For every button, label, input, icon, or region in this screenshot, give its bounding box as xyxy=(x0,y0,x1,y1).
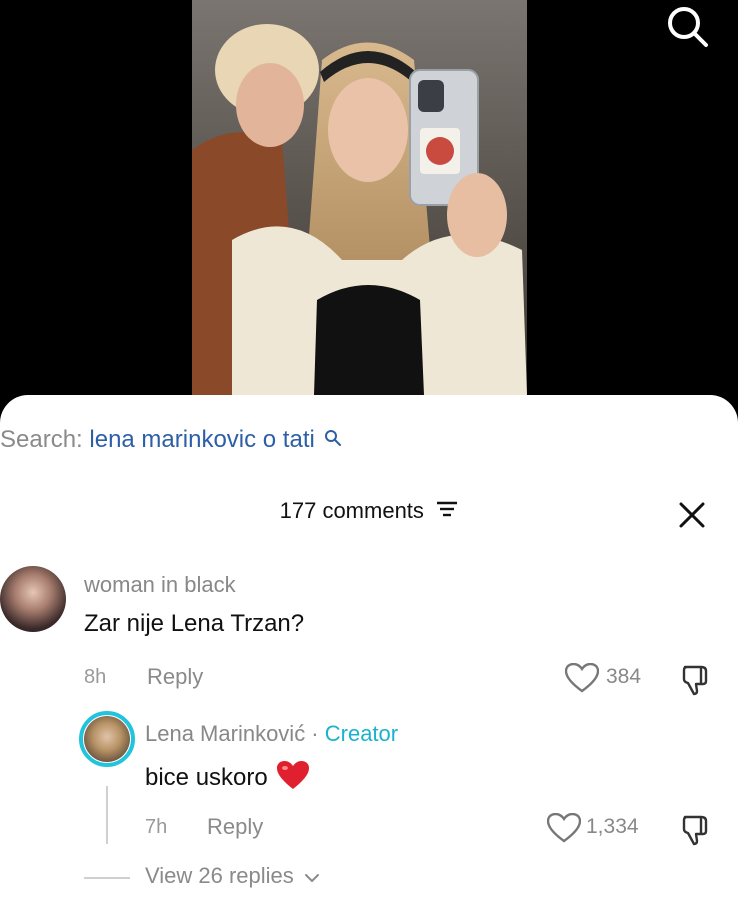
reply-button[interactable]: Reply xyxy=(147,664,203,690)
comment-time: 8h xyxy=(84,666,107,688)
heart-outline-icon[interactable] xyxy=(564,662,600,698)
comments-count: 177 comments xyxy=(279,498,424,523)
reply-time: 7h xyxy=(145,816,168,838)
view-replies-button[interactable]: View 26 replies xyxy=(145,863,320,890)
comment-text: Zar nije Lena Trzan? xyxy=(84,610,305,637)
avatar[interactable] xyxy=(84,716,130,762)
heart-outline-icon[interactable] xyxy=(546,812,582,848)
separator: · xyxy=(305,721,325,746)
like-count: 1,334 xyxy=(586,815,639,838)
reply-text-line: bice uskoro xyxy=(145,760,310,797)
search-icon[interactable] xyxy=(664,4,712,50)
reply-username-line: Lena Marinković · Creator xyxy=(145,721,398,747)
creator-badge: Creator xyxy=(324,721,399,746)
search-suggestion[interactable]: Search: lena marinkovic o tati xyxy=(0,426,342,460)
reply-button[interactable]: Reply xyxy=(207,814,263,840)
reply-username[interactable]: Lena Marinković xyxy=(145,721,305,746)
search-query-link[interactable]: lena marinkovic o tati xyxy=(89,426,314,453)
dislike-icon[interactable] xyxy=(679,812,713,851)
like-count: 384 xyxy=(606,665,642,688)
filter-icon[interactable] xyxy=(436,500,458,523)
replies-divider xyxy=(84,877,130,879)
comment-username[interactable]: woman in black xyxy=(84,572,236,598)
thread-line xyxy=(106,786,108,844)
video-image xyxy=(192,0,527,395)
dislike-icon[interactable] xyxy=(679,662,713,701)
comments-header: 177 comments xyxy=(0,498,738,534)
reply-text: bice uskoro xyxy=(145,763,268,791)
video-thumbnail[interactable] xyxy=(192,0,527,395)
view-replies-label: View 26 replies xyxy=(145,863,294,888)
video-area[interactable] xyxy=(0,0,738,400)
search-small-icon[interactable] xyxy=(324,426,342,454)
avatar[interactable] xyxy=(0,566,66,632)
close-icon[interactable] xyxy=(677,500,707,530)
chevron-down-icon xyxy=(304,864,320,890)
heart-emoji xyxy=(276,760,310,797)
search-prefix: Search: xyxy=(0,426,83,453)
